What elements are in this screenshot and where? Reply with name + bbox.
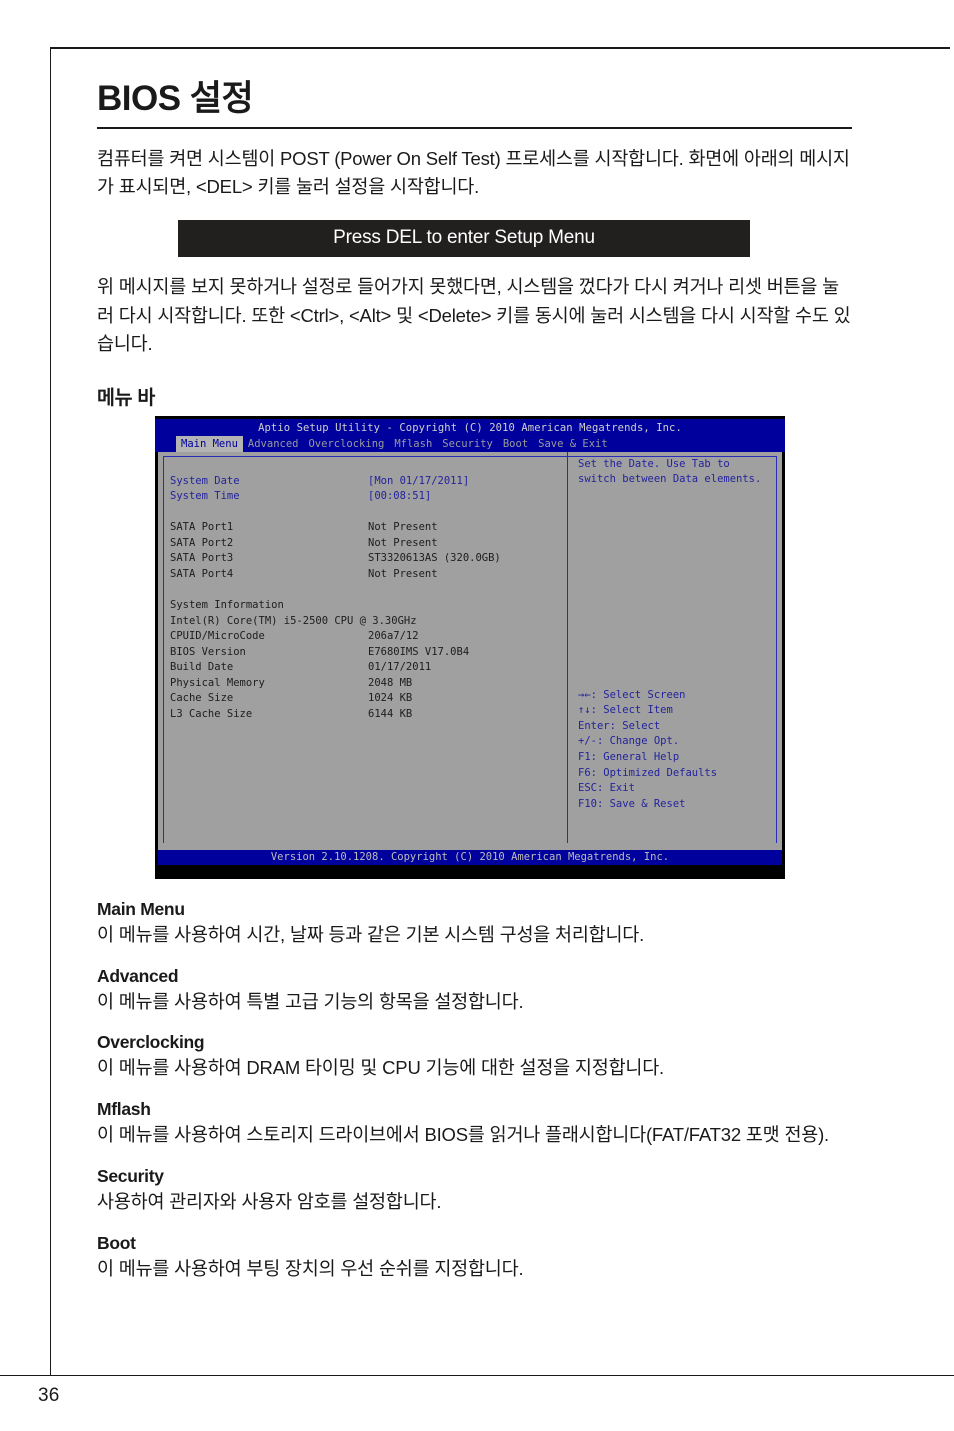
- press-del-banner: Press DEL to enter Setup Menu: [178, 219, 750, 257]
- page-content: BIOS 설정 컴퓨터를 켜면 시스템이 POST (Power On Self…: [97, 79, 854, 1299]
- bios-setup-screenshot: Aptio Setup Utility - Copyright (C) 2010…: [155, 415, 785, 879]
- bios-value-sata-port2: Not Present: [368, 536, 438, 549]
- bios-value-sata-port3: ST3320613AS (320.0GB): [368, 552, 501, 565]
- menu-description-title-boot: Boot: [97, 1232, 136, 1253]
- bios-header: Aptio Setup Utility - Copyright (C) 2010…: [155, 418, 785, 454]
- bios-key-legend: →←: Select Screen ↑↓: Select Item Enter:…: [578, 688, 778, 812]
- bios-spacer-1: [170, 505, 560, 521]
- menu-description-text-boot: 이 메뉴를 사용하여 부팅 장치의 우선 순쉬를 지정합니다.: [97, 1257, 524, 1279]
- menu-description-text-security: 사용하여 관리자와 사용자 암호를 설정합니다.: [97, 1190, 442, 1212]
- bios-label-bios-version: BIOS Version: [170, 645, 246, 658]
- menu-description-text-advanced: 이 메뉴를 사용하여 특별 고급 기능의 항목을 설정합니다.: [97, 990, 524, 1012]
- bios-row-sata-port2[interactable]: SATA Port2 Not Present: [170, 536, 560, 552]
- bios-value-build-date: 01/17/2011: [368, 661, 432, 674]
- menu-description-advanced: Advanced 이 메뉴를 사용하여 특별 고급 기능의 항목을 설정합니다.: [97, 966, 854, 1016]
- menu-description-title-security: Security: [97, 1165, 164, 1186]
- intro-paragraph-1: 컴퓨터를 켜면 시스템이 POST (Power On Self Test) 프…: [97, 147, 850, 198]
- bios-version-footer: Version 2.10.1208. Copyright (C) 2010 Am…: [158, 849, 782, 865]
- bios-tab-main-menu[interactable]: Main Menu: [176, 435, 243, 454]
- bios-tab-advanced[interactable]: Advanced: [243, 436, 304, 454]
- bios-key-select-item: ↑↓: Select Item: [578, 704, 673, 717]
- bios-row-system-date[interactable]: System Date [Mon 01/17/2011]: [170, 474, 560, 490]
- bios-value-system-date: [Mon 01/17/2011]: [368, 474, 470, 487]
- bios-tab-save-exit[interactable]: Save & Exit: [533, 436, 613, 454]
- bios-utility-title: Aptio Setup Utility - Copyright (C) 2010…: [258, 421, 682, 434]
- bios-row-sata-port4[interactable]: SATA Port4 Not Present: [170, 567, 560, 583]
- bios-row-build-date: Build Date 01/17/2011: [170, 660, 560, 676]
- menu-description-mflash: Mflash 이 메뉴를 사용하여 스토리지 드라이브에서 BIOS를 읽거나 …: [97, 1099, 854, 1149]
- bios-help-line-2: switch between Data elements.: [578, 473, 762, 486]
- menu-description-title-main-menu: Main Menu: [97, 898, 185, 919]
- menu-description-boot: Boot 이 메뉴를 사용하여 부팅 장치의 우선 순쉬를 지정합니다.: [97, 1233, 854, 1283]
- bios-row-sata-port1[interactable]: SATA Port1 Not Present: [170, 520, 560, 536]
- menu-description-main-menu: Main Menu 이 메뉴를 사용하여 시간, 날짜 등과 같은 기본 시스템…: [97, 899, 854, 949]
- bios-tab-security[interactable]: Security: [437, 436, 498, 454]
- page-number: 36: [38, 1385, 60, 1406]
- menu-description-overclocking: Overclocking 이 메뉴를 사용하여 DRAM 타이밍 및 CPU 기…: [97, 1032, 854, 1082]
- bios-tab-boot[interactable]: Boot: [498, 436, 533, 454]
- bios-row-l3-cache-size: L3 Cache Size 6144 KB: [170, 707, 560, 723]
- bios-label-build-date: Build Date: [170, 661, 234, 674]
- menu-description-text-main-menu: 이 메뉴를 사용하여 시간, 날짜 등과 같은 기본 시스템 구성을 처리합니다…: [97, 923, 645, 945]
- menu-description-title-overclocking: Overclocking: [97, 1032, 205, 1053]
- bios-key-esc-exit: ESC: Exit: [578, 782, 635, 795]
- bios-footer-gap: [158, 842, 782, 850]
- bios-spacer-2: [170, 583, 560, 599]
- menu-description-security: Security 사용하여 관리자와 사용자 암호를 설정합니다.: [97, 1166, 854, 1216]
- intro-paragraph-2: 위 메시지를 보지 못하거나 설정로 들어가지 못했다면, 시스템을 껐다가 다…: [97, 275, 851, 355]
- bios-value-bios-version: E7680IMS V17.0B4: [368, 645, 470, 658]
- bios-value-cache-size: 1024 KB: [368, 692, 413, 705]
- menu-description-title-advanced: Advanced: [97, 965, 179, 986]
- bios-help-line-1: Set the Date. Use Tab to: [578, 457, 730, 470]
- page-title: BIOS 설정: [97, 79, 254, 118]
- menu-description-text-mflash: 이 메뉴를 사용하여 스토리지 드라이브에서 BIOS를 읽거나 플래시합니다(…: [97, 1124, 829, 1146]
- menu-descriptions: Main Menu 이 메뉴를 사용하여 시간, 날짜 등과 같은 기본 시스템…: [97, 899, 854, 1283]
- bios-label-physical-memory: Physical Memory: [170, 676, 265, 689]
- bios-tab-mflash[interactable]: Mflash: [389, 436, 437, 454]
- bios-value-sata-port1: Not Present: [368, 521, 438, 534]
- bios-label-cache-size: Cache Size: [170, 692, 234, 705]
- bios-cpu-model-line: Intel(R) Core(TM) i5-2500 CPU @ 3.30GHz: [170, 614, 417, 627]
- bios-value-cpuid-microcode: 206a7/12: [368, 630, 419, 643]
- bios-row-system-time[interactable]: System Time [00:08:51]: [170, 489, 560, 505]
- bios-tab-overclocking[interactable]: Overclocking: [303, 436, 389, 454]
- bios-label-sata-port4: SATA Port4: [170, 568, 234, 581]
- bios-key-save-reset: F10: Save & Reset: [578, 797, 686, 810]
- bios-key-enter-select: Enter: Select: [578, 719, 661, 732]
- bios-key-optimized-defaults: F6: Optimized Defaults: [578, 766, 718, 779]
- page-top-rule: [50, 47, 950, 49]
- bios-key-change-opt: +/-: Change Opt.: [578, 735, 680, 748]
- bios-label-sata-port3: SATA Port3: [170, 552, 234, 565]
- bios-row-physical-memory: Physical Memory 2048 MB: [170, 676, 560, 692]
- page-left-rule: [50, 47, 51, 1376]
- bios-value-sata-port4: Not Present: [368, 568, 438, 581]
- bios-panel-divider: [567, 451, 568, 850]
- bios-label-sata-port1: SATA Port1: [170, 521, 234, 534]
- bios-value-physical-memory: 2048 MB: [368, 676, 413, 689]
- bios-key-general-help: F1: General Help: [578, 750, 680, 763]
- bios-label-system-time: System Time: [170, 490, 240, 503]
- menu-bar-heading: 메뉴 바: [97, 386, 156, 409]
- bios-row-cache-size: Cache Size 1024 KB: [170, 691, 560, 707]
- bios-row-cpuid-microcode: CPUID/MicroCode 206a7/12: [170, 629, 560, 645]
- bios-row-bios-version: BIOS Version E7680IMS V17.0B4: [170, 645, 560, 661]
- page-bottom-rule: [0, 1375, 954, 1376]
- bios-body: System Date [Mon 01/17/2011] System Time…: [158, 451, 782, 850]
- bios-menu-bar: Main Menu Advanced Overclocking Mflash S…: [176, 435, 613, 454]
- bios-help-panel: Set the Date. Use Tab to switch between …: [578, 457, 778, 488]
- menu-description-text-overclocking: 이 메뉴를 사용하여 DRAM 타이밍 및 CPU 기능에 대한 설정을 지정합…: [97, 1057, 664, 1079]
- bios-label-sata-port2: SATA Port2: [170, 536, 234, 549]
- bios-row-sata-port3[interactable]: SATA Port3 ST3320613AS (320.0GB): [170, 551, 560, 567]
- bios-value-l3-cache-size: 6144 KB: [368, 707, 413, 720]
- bios-key-select-screen: →←: Select Screen: [578, 688, 686, 701]
- bios-value-system-time: [00:08:51]: [368, 490, 432, 503]
- bios-label-system-date: System Date: [170, 474, 240, 487]
- bios-label-cpuid-microcode: CPUID/MicroCode: [170, 630, 265, 643]
- menu-description-title-mflash: Mflash: [97, 1099, 151, 1120]
- bios-settings-list: System Date [Mon 01/17/2011] System Time…: [170, 474, 560, 722]
- title-underline: [97, 126, 852, 129]
- bios-label-l3-cache-size: L3 Cache Size: [170, 707, 253, 720]
- bios-system-information-heading: System Information: [170, 599, 284, 612]
